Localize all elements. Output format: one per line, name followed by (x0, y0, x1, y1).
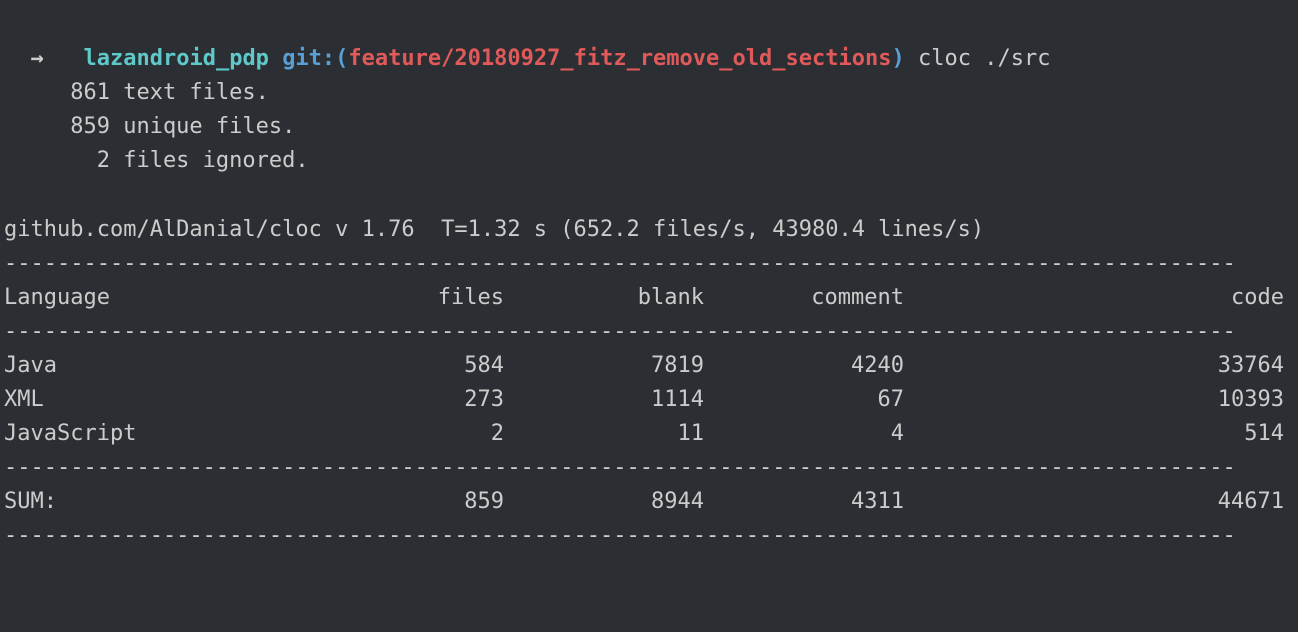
cell-comment: 4240 (704, 349, 904, 383)
header-language: Language (4, 281, 304, 315)
table-header: Language files blank comment code (4, 281, 1294, 315)
cell-code: 10393 (904, 383, 1294, 417)
table-sum-row: SUM: 859 8944 4311 44671 (4, 485, 1294, 519)
blank-line (4, 178, 1294, 212)
summary-text-files: 861 text files. (4, 76, 1294, 110)
cell-blank: 7819 (504, 349, 704, 383)
header-blank: blank (504, 281, 704, 315)
summary-unique-files: 859 unique files. (4, 110, 1294, 144)
sum-blank: 8944 (504, 485, 704, 519)
table-row: Java 584 7819 4240 33764 (4, 349, 1294, 383)
cell-language: XML (4, 383, 304, 417)
header-comment: comment (704, 281, 904, 315)
prompt-directory: lazandroid_pdp (84, 46, 269, 71)
prompt-arrow-icon: → (31, 46, 44, 71)
sum-code: 44671 (904, 485, 1294, 519)
divider: ----------------------------------------… (4, 315, 1294, 349)
prompt-command: cloc ./src (918, 46, 1050, 71)
cell-code: 514 (904, 417, 1294, 451)
prompt-git-label: git: (282, 46, 335, 71)
header-files: files (304, 281, 504, 315)
cell-files: 273 (304, 383, 504, 417)
cell-code: 33764 (904, 349, 1294, 383)
cell-language: JavaScript (4, 417, 304, 451)
sum-files: 859 (304, 485, 504, 519)
sum-comment: 4311 (704, 485, 904, 519)
table-row: JavaScript 2 11 4 514 (4, 417, 1294, 451)
summary-ignored-files: 2 files ignored. (4, 144, 1294, 178)
cell-blank: 1114 (504, 383, 704, 417)
cloc-info-line: github.com/AlDanial/cloc v 1.76 T=1.32 s… (4, 213, 1294, 247)
prompt-paren-open: ( (335, 46, 348, 71)
prompt-line[interactable]: → lazandroid_pdp git:(feature/20180927_f… (4, 8, 1294, 76)
cell-comment: 67 (704, 383, 904, 417)
cell-comment: 4 (704, 417, 904, 451)
divider: ----------------------------------------… (4, 519, 1294, 553)
cell-files: 2 (304, 417, 504, 451)
cell-language: Java (4, 349, 304, 383)
divider: ----------------------------------------… (4, 247, 1294, 281)
divider: ----------------------------------------… (4, 451, 1294, 485)
prompt-paren-close: ) (891, 46, 904, 71)
sum-language: SUM: (4, 485, 304, 519)
cell-files: 584 (304, 349, 504, 383)
cell-blank: 11 (504, 417, 704, 451)
header-code: code (904, 281, 1294, 315)
table-row: XML 273 1114 67 10393 (4, 383, 1294, 417)
prompt-branch: feature/20180927_fitz_remove_old_section… (348, 46, 891, 71)
